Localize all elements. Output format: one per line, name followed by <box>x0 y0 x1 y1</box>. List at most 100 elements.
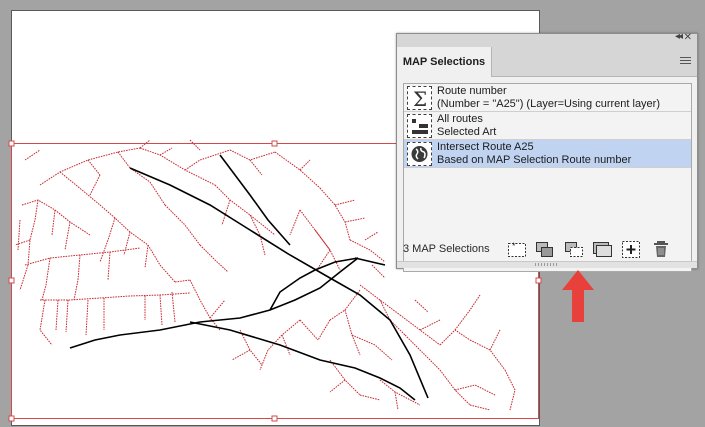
road-segment-14 <box>51 209 56 236</box>
road-segment-69 <box>299 319 319 341</box>
handle-middle-right[interactable] <box>535 277 542 284</box>
road-segment-72 <box>359 394 381 401</box>
road-segment-64 <box>267 319 301 351</box>
road-segment-80 <box>174 279 191 283</box>
selection-description: Based on MAP Selection Route number <box>437 153 632 166</box>
road-segment-60 <box>329 289 361 321</box>
road-segment-79 <box>147 244 176 283</box>
route-a25-segment-0 <box>69 257 359 349</box>
tab-map-selections[interactable]: MAP Selections <box>397 47 492 77</box>
road-segment-48 <box>379 299 406 336</box>
road-segment-0 <box>39 147 141 186</box>
road-segment-42 <box>334 199 356 206</box>
road-segment-54 <box>469 339 506 371</box>
based-on-selection-icon[interactable] <box>563 239 585 259</box>
road-segment-29 <box>85 299 89 336</box>
route-a25-segment-1 <box>269 257 359 311</box>
road-segment-66 <box>259 349 269 371</box>
road-segment-65 <box>281 334 291 356</box>
road-segment-28 <box>65 299 69 333</box>
road-segment-56 <box>504 369 516 411</box>
route-a25-segment-2 <box>189 321 416 401</box>
route-a25-segment-5 <box>354 257 386 266</box>
road-segment-3 <box>117 151 151 183</box>
road-segment-62 <box>317 319 331 341</box>
road-segment-19 <box>144 244 149 269</box>
road-segment-5 <box>159 147 173 156</box>
handle-top-left[interactable] <box>8 140 15 147</box>
road-segment-84 <box>24 149 41 161</box>
selection-name: Route number <box>437 85 507 97</box>
road-segment-81 <box>209 299 226 319</box>
sigma-icon: Σ <box>407 86 432 111</box>
road-segment-1 <box>59 171 101 206</box>
layers-selection-icon <box>407 114 432 138</box>
svg-text:*: * <box>512 241 516 251</box>
stack-selection-icon[interactable] <box>591 239 613 259</box>
road-segment-87 <box>89 174 101 196</box>
handle-bottom-center[interactable] <box>271 415 278 422</box>
road-segment-73 <box>379 379 421 406</box>
road-segment-27 <box>55 299 59 331</box>
intersect-selection-icon[interactable] <box>534 239 556 259</box>
new-selection-icon[interactable]: * <box>506 239 528 259</box>
handle-middle-left[interactable] <box>8 277 15 284</box>
road-segment-10 <box>249 159 263 176</box>
panel-resize-grip[interactable] <box>397 261 697 268</box>
road-segment-58 <box>454 384 496 396</box>
selection-description: (Number = "A25") (Layer=Using current la… <box>437 97 661 110</box>
road-segment-59 <box>469 404 491 411</box>
road-segment-82 <box>17 219 21 251</box>
collapse-icon[interactable]: ◂◂ <box>675 31 683 42</box>
selection-description: Selected Art <box>437 125 497 138</box>
road-segment-77 <box>364 231 379 241</box>
road-segment-78 <box>149 181 166 206</box>
red-arrow-annotation <box>562 270 594 322</box>
road-segment-18 <box>123 231 131 256</box>
list-item[interactable]: All routes Selected Art <box>404 112 691 140</box>
road-segment-15 <box>64 221 71 251</box>
road-segment-40 <box>319 187 351 241</box>
handle-bottom-left[interactable] <box>8 415 15 422</box>
road-segment-9 <box>299 159 311 171</box>
road-segment-83 <box>14 239 31 246</box>
route-a25-lines <box>69 154 429 401</box>
road-segment-4 <box>139 147 216 186</box>
list-item-selected[interactable]: Intersect Route A25 Based on MAP Selecti… <box>404 140 691 168</box>
map-selections-panel: ◂◂ ✕ MAP Selections Σ Route number (Numb… <box>396 31 698 272</box>
selection-count: 3 MAP Selections <box>403 243 490 255</box>
close-icon[interactable]: ✕ <box>684 32 692 43</box>
road-segment-35 <box>199 244 229 273</box>
road-segment-32 <box>159 294 163 326</box>
road-segment-52 <box>439 329 471 346</box>
road-segment-24 <box>107 251 111 281</box>
road-segment-17 <box>99 217 116 263</box>
road-segment-7 <box>229 149 276 161</box>
road-segment-33 <box>171 291 176 323</box>
road-segment-53 <box>454 294 481 331</box>
globe-icon <box>407 142 432 166</box>
road-segment-2 <box>87 159 101 176</box>
road-segment-55 <box>489 329 501 351</box>
road-segment-20 <box>24 247 141 266</box>
handle-top-center[interactable] <box>271 140 278 147</box>
road-segment-23 <box>73 254 81 301</box>
list-item[interactable]: Σ Route number (Number = "A25") (Layer=U… <box>404 84 691 112</box>
add-selection-icon[interactable] <box>620 239 642 259</box>
road-segment-63 <box>351 334 393 361</box>
route-a25-segment-3 <box>129 167 429 399</box>
road-segment-68 <box>231 349 251 361</box>
road-segment-76 <box>371 264 386 279</box>
road-segment-50 <box>404 334 441 371</box>
road-segment-51 <box>419 319 441 331</box>
road-segment-16 <box>99 204 149 246</box>
road-segment-22 <box>41 257 51 301</box>
road-segment-75 <box>414 299 429 313</box>
trash-icon[interactable] <box>650 239 672 259</box>
road-segment-25 <box>40 292 191 301</box>
road-segment-13 <box>27 199 39 266</box>
panel-titlebar[interactable]: ◂◂ ✕ <box>397 31 697 46</box>
panel-menu-icon[interactable] <box>680 57 691 65</box>
road-segment-21 <box>19 264 29 291</box>
panel-tab-row: MAP Selections <box>397 46 697 77</box>
